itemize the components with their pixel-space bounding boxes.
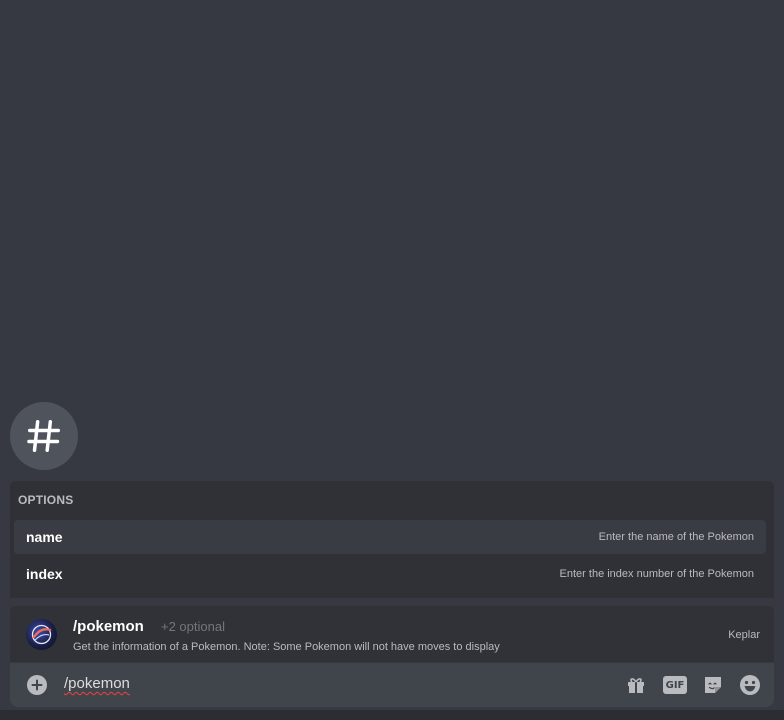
- gift-icon: [628, 678, 644, 693]
- command-suggestion[interactable]: /pokemon +2 optional Get the information…: [10, 606, 774, 662]
- option-row-index[interactable]: index Enter the index number of the Poke…: [14, 557, 766, 591]
- command-description: Get the information of a Pokemon. Note: …: [73, 641, 500, 653]
- option-description: Enter the name of the Pokemon: [598, 531, 754, 543]
- add-attachment-button[interactable]: [27, 675, 47, 695]
- emoji-button[interactable]: [738, 673, 762, 697]
- gift-button[interactable]: [624, 673, 648, 697]
- sticker-button[interactable]: [701, 673, 725, 697]
- bottom-strip: [0, 710, 784, 720]
- option-name: index: [26, 566, 63, 582]
- message-input-value: /pokemon: [64, 675, 130, 692]
- message-input-bar: /pokemon GIF: [10, 663, 774, 707]
- option-description: Enter the index number of the Pokemon: [559, 568, 754, 580]
- option-name: name: [26, 529, 63, 545]
- chat-area: [0, 0, 784, 480]
- pokeball-art-icon: [31, 624, 52, 645]
- gif-icon: GIF: [663, 676, 687, 694]
- command-app-name: Keplar: [728, 629, 760, 641]
- hashtag-icon: [27, 420, 60, 452]
- gif-button[interactable]: GIF: [663, 673, 687, 697]
- sticker-icon: [705, 677, 721, 693]
- options-panel: OPTIONS name Enter the name of the Pokem…: [10, 481, 774, 598]
- add-icon: [31, 679, 43, 691]
- option-row-name[interactable]: name Enter the name of the Pokemon: [14, 520, 766, 554]
- options-header: OPTIONS: [18, 493, 74, 507]
- channel-avatar: [10, 402, 78, 470]
- message-input[interactable]: /pokemon: [64, 675, 130, 692]
- bot-avatar: [26, 619, 57, 650]
- command-name: /pokemon: [73, 618, 144, 635]
- emoji-icon: [740, 675, 760, 695]
- command-optional-count: +2 optional: [161, 619, 225, 634]
